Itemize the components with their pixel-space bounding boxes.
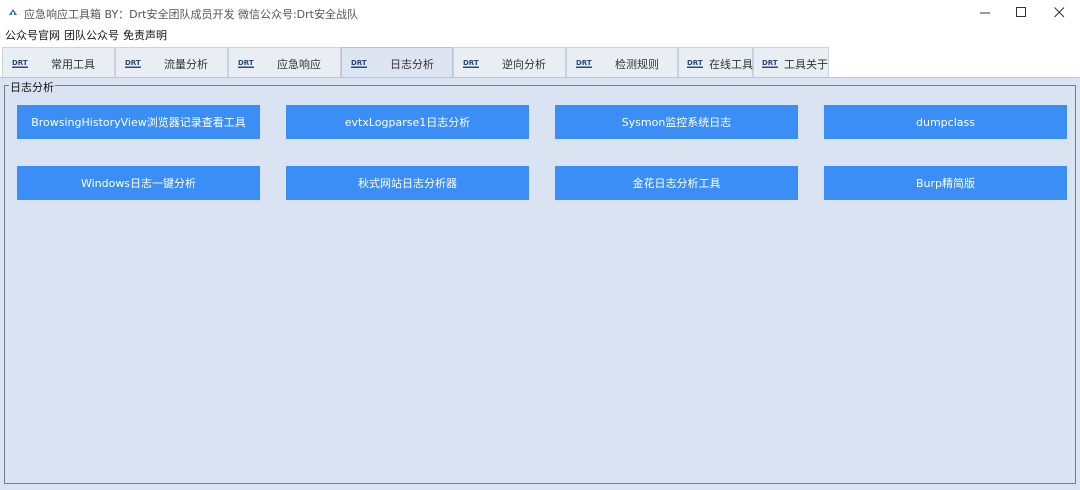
tab-incident-response[interactable]: DRT 应急响应: [228, 47, 341, 77]
dumpclass-button[interactable]: dumpclass: [824, 105, 1067, 139]
tab-reverse-analysis[interactable]: DRT 逆向分析: [453, 47, 566, 77]
app-icon: [9, 9, 17, 15]
drt-logo-icon: DRT: [125, 59, 141, 68]
tab-common-tools[interactable]: DRT 常用工具: [2, 47, 115, 77]
log-analysis-group: 日志分析 BrowsingHistoryView浏览器记录查看工具 evtxLo…: [4, 79, 1076, 484]
close-icon: [1053, 7, 1064, 18]
drt-logo-icon: DRT: [762, 59, 778, 68]
tab-label: 检测规则: [615, 58, 659, 71]
menu-official-site[interactable]: 公众号官网: [5, 27, 60, 43]
maximize-button[interactable]: [1002, 0, 1040, 25]
tab-label: 逆向分析: [502, 58, 546, 71]
tab-label: 在线工具: [709, 58, 753, 71]
tab-detection-rules[interactable]: DRT 检测规则: [566, 47, 678, 77]
tab-log-analysis[interactable]: DRT 日志分析: [341, 47, 453, 77]
windows-log-analysis-button[interactable]: Windows日志一键分析: [17, 166, 260, 200]
drt-logo-icon: DRT: [576, 59, 592, 68]
evtxlogparse-button[interactable]: evtxLogparse1日志分析: [286, 105, 529, 139]
svg-text:DRT: DRT: [463, 59, 479, 67]
svg-text:DRT: DRT: [351, 59, 367, 67]
svg-text:DRT: DRT: [687, 59, 703, 67]
title-bar: 应急响应工具箱 BY：Drt安全团队成员开发 微信公众号:Drt安全战队: [0, 0, 1080, 25]
tab-strip: DRT 常用工具 DRT 流量分析 DRT 应急响应 DRT 日志分析 DRT …: [0, 43, 1080, 77]
close-button[interactable]: [1040, 0, 1078, 25]
drt-logo-icon: DRT: [238, 59, 254, 68]
drt-logo-icon: DRT: [351, 59, 367, 68]
maximize-icon: [1015, 7, 1026, 17]
tab-panel: 日志分析 BrowsingHistoryView浏览器记录查看工具 evtxLo…: [0, 77, 1080, 490]
group-title: 日志分析: [9, 79, 55, 95]
sysmon-button[interactable]: Sysmon监控系统日志: [555, 105, 798, 139]
svg-text:DRT: DRT: [762, 59, 778, 67]
website-log-analyzer-button[interactable]: 秋式网站日志分析器: [286, 166, 529, 200]
minimize-button[interactable]: [966, 0, 1004, 25]
tab-label: 工具关于: [784, 58, 828, 71]
drt-logo-icon: DRT: [463, 59, 479, 68]
burp-lite-button[interactable]: Burp精简版: [824, 166, 1067, 200]
tab-label: 流量分析: [164, 58, 208, 71]
menu-bar: 公众号官网 团队公众号 免责声明: [0, 25, 1080, 43]
tab-online-tools[interactable]: DRT 在线工具: [678, 47, 753, 77]
tab-traffic-analysis[interactable]: DRT 流量分析: [115, 47, 228, 77]
tab-label: 应急响应: [277, 58, 321, 71]
svg-text:DRT: DRT: [238, 59, 254, 67]
jinhua-log-tool-button[interactable]: 金花日志分析工具: [555, 166, 798, 200]
svg-text:DRT: DRT: [125, 59, 141, 67]
svg-text:DRT: DRT: [12, 59, 28, 67]
menu-team-account[interactable]: 团队公众号: [64, 27, 119, 43]
svg-text:DRT: DRT: [576, 59, 592, 67]
drt-logo-icon: DRT: [12, 59, 28, 68]
minimize-icon: [979, 12, 990, 14]
browsinghistoryview-button[interactable]: BrowsingHistoryView浏览器记录查看工具: [17, 105, 260, 139]
menu-disclaimer[interactable]: 免责声明: [123, 27, 167, 43]
tab-label: 常用工具: [51, 58, 95, 71]
drt-logo-icon: DRT: [687, 59, 703, 68]
window-title: 应急响应工具箱 BY：Drt安全团队成员开发 微信公众号:Drt安全战队: [24, 8, 358, 21]
tab-label: 日志分析: [390, 58, 434, 71]
tab-about[interactable]: DRT 工具关于: [753, 47, 829, 77]
